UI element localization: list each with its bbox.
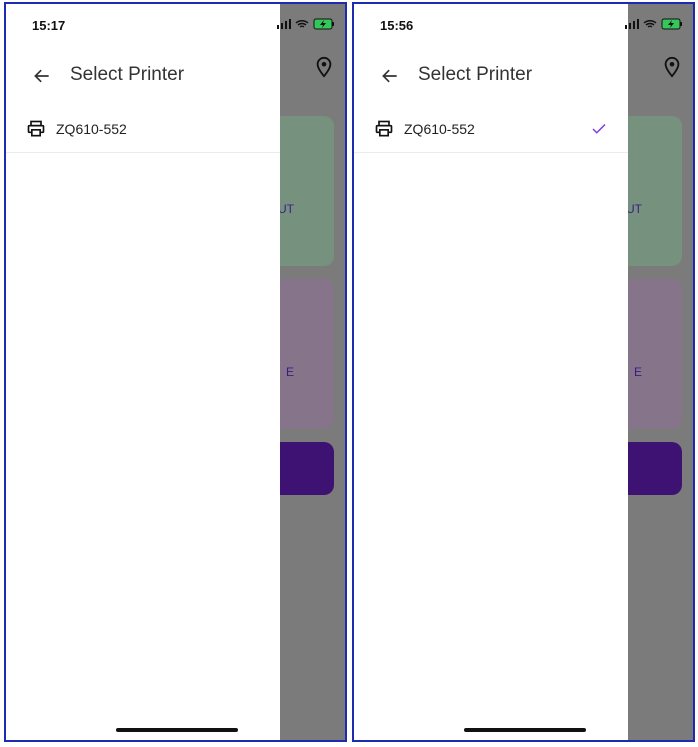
back-arrow-icon[interactable] [32,66,52,86]
select-printer-sheet: 15:17 Select Printer ZQ610-552 [6,4,280,740]
header: Select Printer [6,60,280,96]
wifi-icon [643,19,657,28]
status-time: 15:56 [380,18,414,33]
select-printer-sheet: 15:56 Select Printer ZQ610-552 [354,4,628,740]
printer-icon [375,120,393,137]
back-arrow-icon[interactable] [380,66,400,86]
location-pin-icon[interactable] [661,56,683,78]
phone-screen-selected: UT E 15:56 Select Printer ZQ610-552 [352,2,695,742]
status-bar-right [277,18,335,30]
printer-list-item[interactable]: ZQ610-552 [6,108,280,153]
bg-card-purple-text: E [285,365,294,379]
page-title: Select Printer [418,64,533,85]
bg-card-green-text: UT [626,202,642,216]
signal-icon [625,19,639,29]
printer-icon [27,120,45,137]
printer-list-item[interactable]: ZQ610-552 [354,108,628,153]
phone-screen-unselected: UT E 15:17 Select Printer ZQ610-552 [4,2,347,742]
location-pin-icon[interactable] [313,56,335,78]
wifi-icon [295,19,309,28]
printer-name: ZQ610-552 [56,121,127,137]
battery-icon [313,18,334,30]
home-indicator [464,728,586,732]
bg-card-purple-text: E [633,365,642,379]
bg-card-green-text: UT [278,202,294,216]
check-icon [592,123,606,134]
signal-icon [277,19,291,29]
battery-icon [661,18,682,30]
header: Select Printer [354,60,628,96]
status-time: 15:17 [32,18,66,33]
home-indicator [116,728,238,732]
status-bar-right [625,18,683,30]
page-title: Select Printer [70,64,185,85]
printer-name: ZQ610-552 [404,121,475,137]
